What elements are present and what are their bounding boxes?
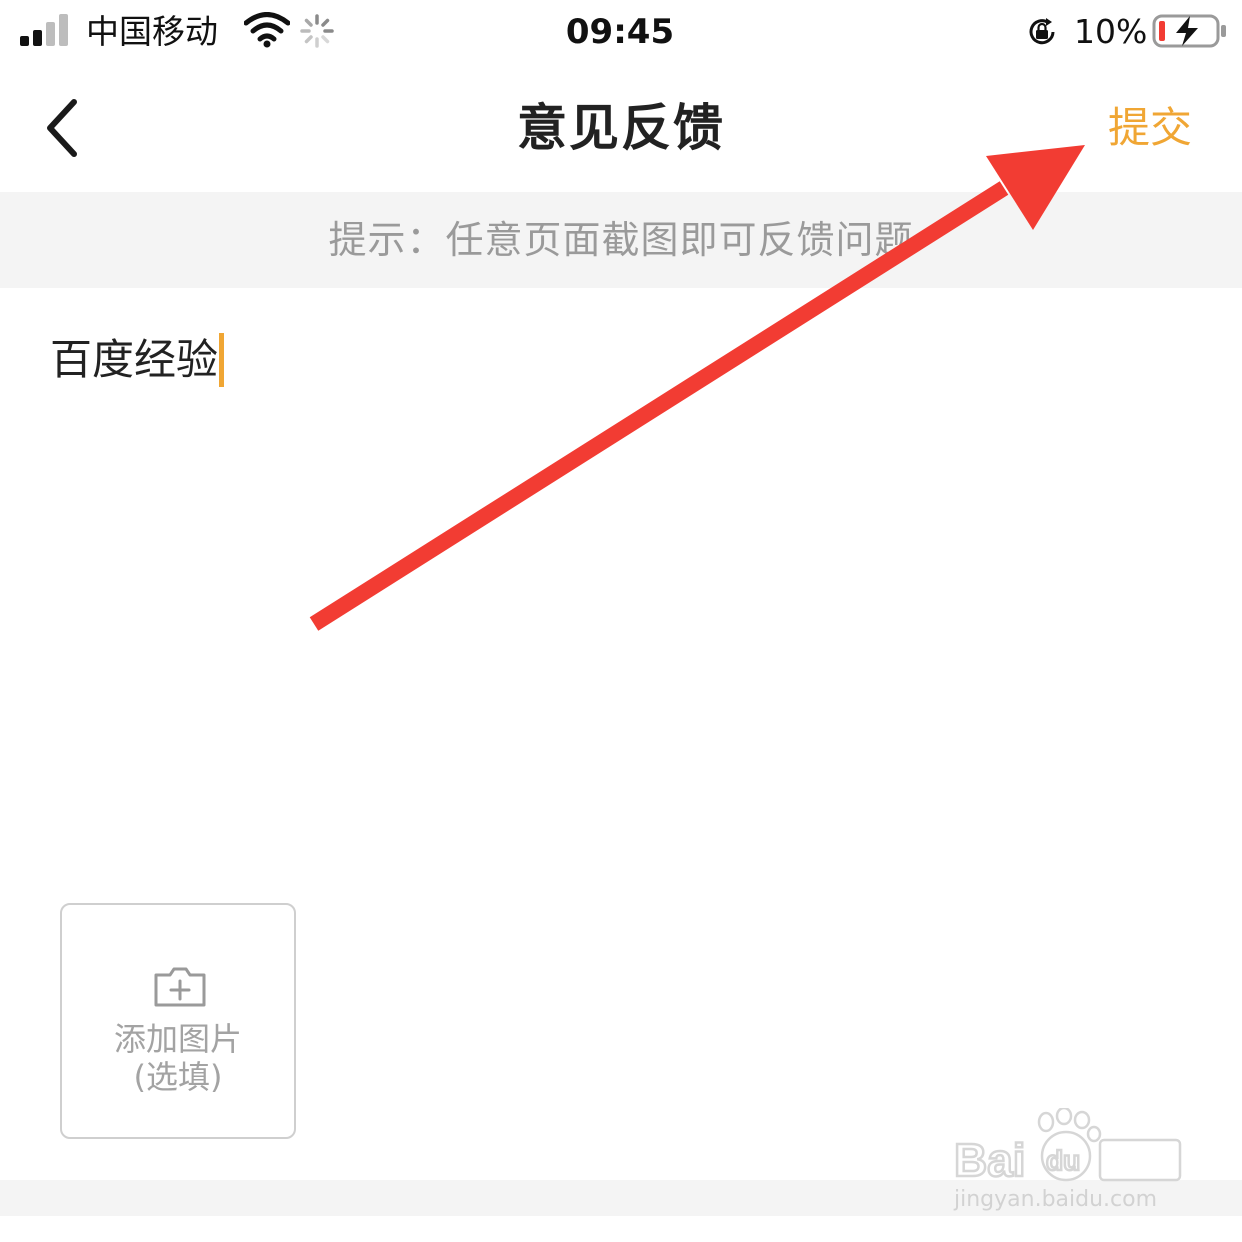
rotation-lock-icon bbox=[1029, 18, 1055, 45]
watermark-url: jingyan.baidu.com bbox=[954, 1187, 1158, 1212]
hint-banner: 提示：任意页面截图即可反馈问题 bbox=[0, 192, 1242, 288]
add-image-button[interactable]: 添加图片 (选填) bbox=[60, 903, 296, 1139]
baidu-jingyan-watermark: Bai du jingyan.baidu.com bbox=[950, 1108, 1190, 1218]
svg-text:du: du bbox=[1046, 1145, 1080, 1176]
add-image-optional-label: (选填) bbox=[133, 1058, 223, 1096]
wifi-icon bbox=[244, 12, 290, 48]
signal-icon bbox=[20, 14, 68, 46]
text-cursor bbox=[219, 333, 225, 387]
clock: 09:45 bbox=[565, 12, 675, 52]
feedback-text: 百度经验 bbox=[50, 335, 219, 384]
svg-text:Bai: Bai bbox=[954, 1134, 1026, 1186]
page-title: 意见反馈 bbox=[517, 99, 725, 157]
camera-plus-icon bbox=[154, 967, 206, 1007]
loading-spinner-icon bbox=[300, 14, 334, 48]
feedback-textarea[interactable]: 百度经验 bbox=[50, 330, 225, 390]
navigation-bar: 意见反馈 提交 bbox=[0, 64, 1242, 192]
baidu-jingyan-logo: Bai du bbox=[953, 1108, 1182, 1186]
battery-percentage: 10% bbox=[1074, 12, 1148, 51]
add-image-label: 添加图片 bbox=[113, 1020, 242, 1058]
carrier-name: 中国移动 bbox=[86, 12, 218, 51]
hint-text: 提示：任意页面截图即可反馈问题 bbox=[328, 218, 914, 262]
battery-charging-icon bbox=[1152, 14, 1226, 48]
status-bar: 中国移动 09:45 10% bbox=[0, 0, 1242, 64]
submit-button[interactable]: 提交 bbox=[1098, 102, 1202, 154]
